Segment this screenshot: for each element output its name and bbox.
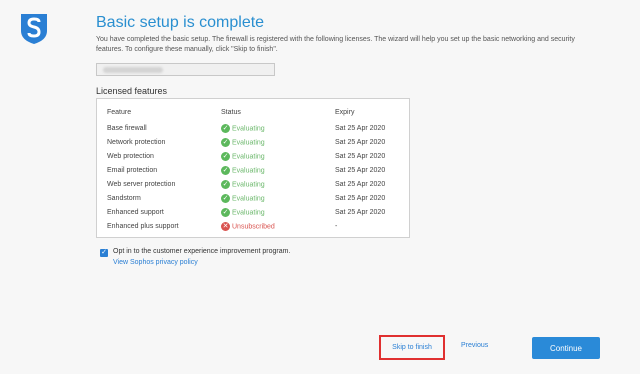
hostname-field[interactable] [96, 63, 275, 76]
table-row: Sandstorm ✓ Evaluating Sat 25 Apr 2020 [97, 194, 409, 208]
status-text: Evaluating [232, 209, 265, 217]
feature-status: ✕ Unsubscribed [221, 222, 275, 232]
intro-text: You have completed the basic setup. The … [96, 36, 575, 53]
table-row: Email protection ✓ Evaluating Sat 25 Apr 20… [97, 166, 409, 180]
continue-button[interactable]: Continue [532, 337, 600, 359]
sophos-logo [21, 14, 47, 44]
feature-name: Web server protection [107, 181, 176, 188]
column-header-expiry: Expiry [335, 109, 355, 116]
hostname-redacted-value [103, 67, 163, 73]
status-text: Evaluating [232, 195, 265, 203]
table-row: Web protection ✓ Evaluating Sat 25 Apr 2020 [97, 152, 409, 166]
feature-status: ✓ Evaluating [221, 138, 265, 148]
feature-name: Email protection [107, 167, 158, 174]
table-row: Enhanced plus support ✕ Unsubscribed - [97, 222, 409, 236]
feature-name: Enhanced support [107, 209, 164, 216]
licensed-features-heading: Licensed features [96, 86, 168, 96]
check-circle-icon: ✓ [221, 208, 230, 217]
feature-name: Sandstorm [107, 195, 141, 202]
status-text: Evaluating [232, 153, 265, 161]
table-row: Web server protection ✓ Evaluating Sat 25 A… [97, 180, 409, 194]
check-circle-icon: ✓ [221, 138, 230, 147]
privacy-policy-link[interactable]: View Sophos privacy policy [113, 259, 198, 266]
feature-status: ✓ Evaluating [221, 194, 265, 204]
table-row: Network protection ✓ Evaluating Sat 25 Apr … [97, 138, 409, 152]
column-header-status: Status [221, 109, 241, 116]
optin-checkbox[interactable]: ✓ [100, 249, 108, 257]
feature-expiry: Sat 25 Apr 2020 [335, 181, 386, 188]
status-text: Evaluating [232, 167, 265, 175]
status-text: Unsubscribed [232, 223, 275, 231]
feature-expiry: - [335, 223, 338, 230]
optin-label: Opt in to the customer experience improv… [113, 248, 291, 255]
check-circle-icon: ✓ [221, 124, 230, 133]
feature-status: ✓ Evaluating [221, 152, 265, 162]
check-circle-icon: ✓ [221, 180, 230, 189]
x-circle-icon: ✕ [221, 222, 230, 231]
feature-name: Enhanced plus support [107, 223, 179, 230]
check-circle-icon: ✓ [221, 194, 230, 203]
feature-expiry: Sat 25 Apr 2020 [335, 125, 386, 132]
feature-name: Base firewall [107, 125, 147, 132]
skip-to-finish-button[interactable]: Skip to finish [379, 335, 445, 360]
feature-expiry: Sat 25 Apr 2020 [335, 139, 386, 146]
feature-expiry: Sat 25 Apr 2020 [335, 209, 386, 216]
check-circle-icon: ✓ [221, 152, 230, 161]
feature-status: ✓ Evaluating [221, 166, 265, 176]
status-text: Evaluating [232, 125, 265, 133]
feature-name: Network protection [107, 139, 166, 146]
feature-expiry: Sat 25 Apr 2020 [335, 195, 386, 202]
previous-button[interactable]: Previous [461, 342, 488, 349]
feature-expiry: Sat 25 Apr 2020 [335, 167, 386, 174]
check-circle-icon: ✓ [221, 166, 230, 175]
feature-name: Web protection [107, 153, 154, 160]
status-text: Evaluating [232, 139, 265, 147]
licensed-features-table: Feature Status Expiry Base firewall ✓ Eval… [96, 98, 410, 238]
status-text: Evaluating [232, 181, 265, 189]
column-header-feature: Feature [107, 109, 132, 116]
feature-status: ✓ Evaluating [221, 124, 265, 134]
feature-status: ✓ Evaluating [221, 180, 265, 190]
table-row: Enhanced support ✓ Evaluating Sat 25 Apr 20… [97, 208, 409, 222]
feature-status: ✓ Evaluating [221, 208, 265, 218]
feature-expiry: Sat 25 Apr 2020 [335, 153, 386, 160]
table-row: Base firewall ✓ Evaluating Sat 25 Apr 2020 [97, 124, 409, 138]
page-title: Basic setup is complete [96, 14, 265, 31]
